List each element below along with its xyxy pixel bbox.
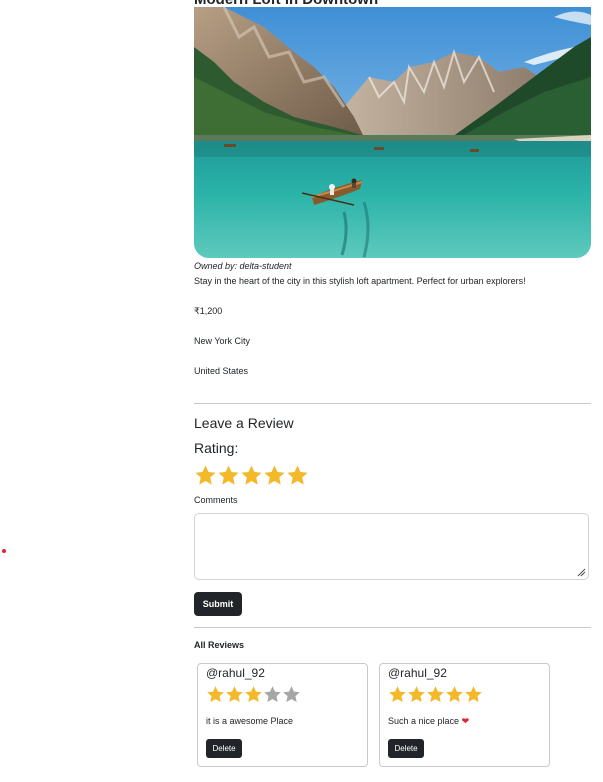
review-text: it is a awesome Place: [206, 716, 293, 726]
star-icon: [465, 686, 482, 703]
star-icon: [226, 686, 243, 703]
review-text-content: Such a nice place: [388, 716, 460, 726]
review-text-content: it is a awesome Place: [206, 716, 294, 726]
resize-handle-icon[interactable]: [577, 568, 586, 577]
submit-button[interactable]: Submit: [194, 592, 242, 616]
review-card: @rahul_92 it is a awesome Place Delete: [197, 663, 368, 767]
review-rating-stars: [388, 685, 483, 704]
review-text: Such a nice place ❤: [388, 716, 469, 727]
section-divider: [194, 403, 591, 404]
listing-image: [194, 7, 591, 258]
comments-label: Comments: [194, 495, 238, 505]
heart-icon: ❤: [461, 716, 470, 726]
listing-price: ₹1,200: [194, 306, 223, 316]
star-icon: [207, 686, 224, 703]
star-icon: [408, 686, 425, 703]
listing-owner: Owned by: delta-student: [194, 261, 292, 271]
delete-review-button[interactable]: Delete: [206, 739, 242, 758]
star-icon: [427, 686, 444, 703]
listing-description: Stay in the heart of the city in this st…: [194, 276, 526, 286]
all-reviews-heading: All Reviews: [194, 640, 245, 650]
comments-textarea[interactable]: [194, 513, 589, 580]
star-icon[interactable]: [194, 464, 217, 487]
star-icon[interactable]: [263, 464, 286, 487]
review-rating-stars: [206, 685, 301, 704]
rating-label: Rating:: [194, 440, 239, 456]
listing-page: Modern Loft in Downtown: [0, 0, 603, 782]
listing-location: New York City: [194, 336, 251, 346]
star-icon: [446, 686, 463, 703]
review-author: @rahul_92: [388, 666, 447, 680]
star-icon[interactable]: [286, 464, 309, 487]
red-dot-marker: [2, 549, 6, 553]
star-icon[interactable]: [240, 464, 263, 487]
listing-country: United States: [194, 366, 249, 376]
star-icon: [283, 686, 300, 703]
delete-review-button[interactable]: Delete: [388, 739, 424, 758]
review-card: @rahul_92 Such a nice place ❤ Delete: [379, 663, 550, 767]
review-form-heading: Leave a Review: [194, 415, 294, 431]
star-icon[interactable]: [217, 464, 240, 487]
review-author: @rahul_92: [206, 666, 265, 680]
reviews-divider: [194, 627, 591, 628]
star-icon: [389, 686, 406, 703]
rating-star-input[interactable]: [194, 464, 309, 487]
star-icon: [245, 686, 262, 703]
star-icon: [264, 686, 281, 703]
